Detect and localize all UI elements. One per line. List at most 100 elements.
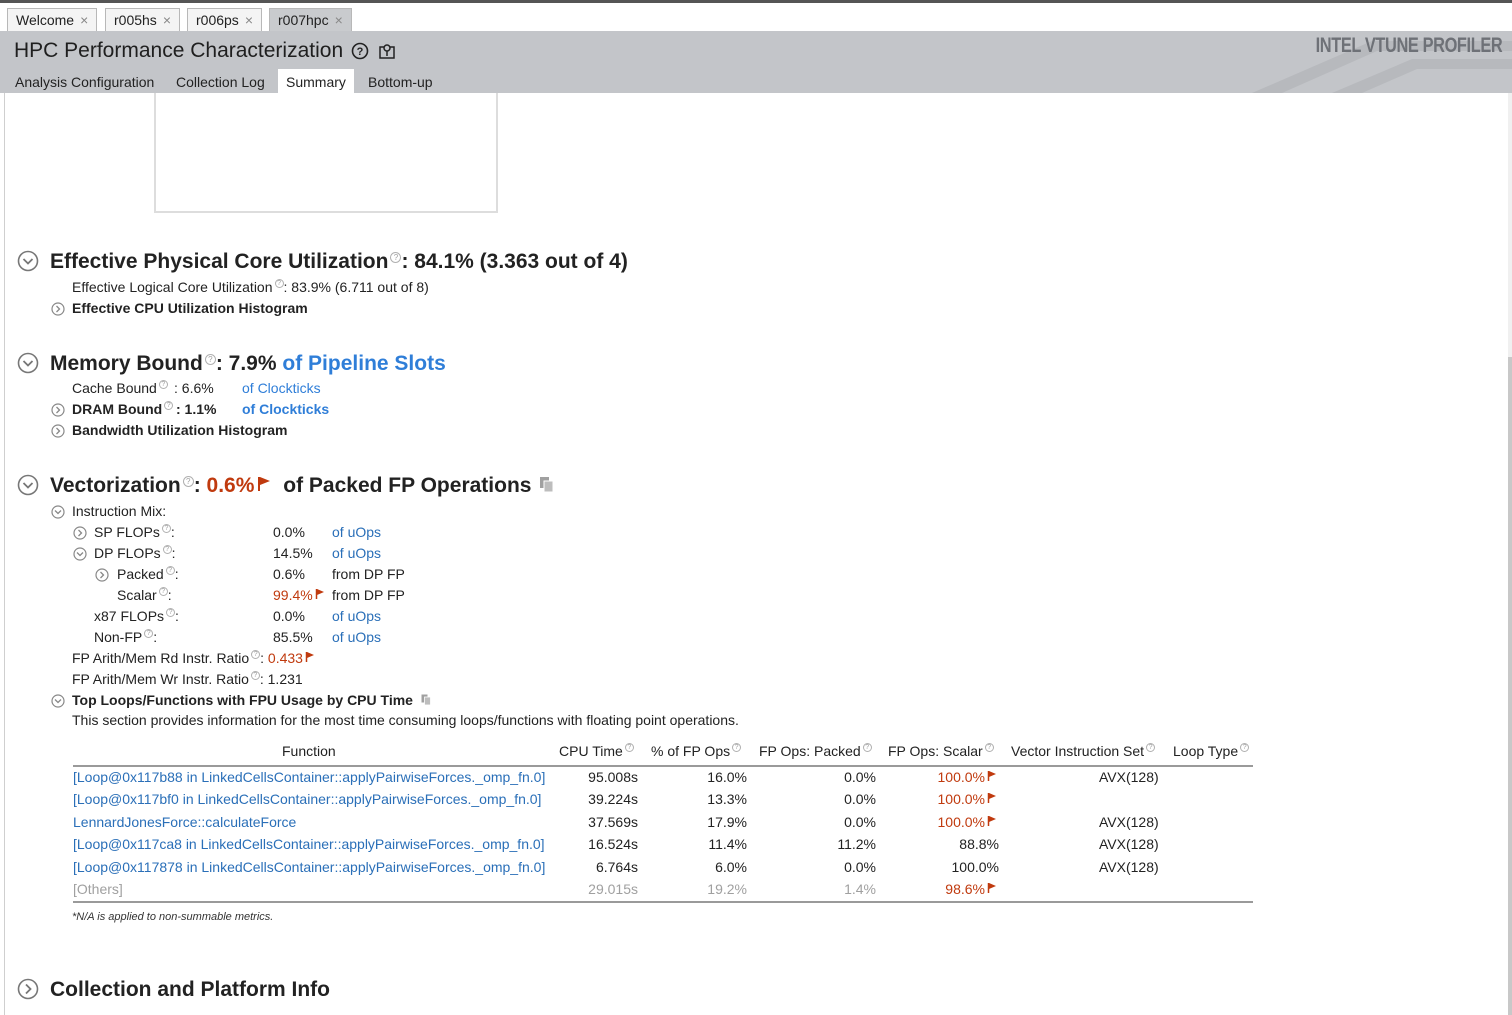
sp-flops-unit[interactable]: of uOps	[332, 524, 381, 540]
help-icon[interactable]: ?	[204, 354, 216, 365]
help-icon[interactable]: ?	[182, 476, 194, 487]
help-icon[interactable]: ?	[161, 524, 171, 533]
tab-bottom-up[interactable]: Bottom-up	[360, 69, 441, 93]
collapse-chevron-icon[interactable]	[73, 547, 87, 561]
help-icon[interactable]: ?	[166, 608, 176, 617]
help-icon[interactable]: ?	[1240, 743, 1250, 752]
function-cell[interactable]: [Others]	[73, 881, 123, 897]
dp-flops-unit[interactable]: of uOps	[332, 545, 381, 561]
bandwidth-histogram-link[interactable]: Bandwidth Utilization Histogram	[72, 422, 287, 438]
help-icon[interactable]: ?	[250, 671, 260, 680]
help-icon[interactable]: ?	[251, 650, 261, 659]
help-icon[interactable]: ?	[144, 629, 154, 638]
expand-chevron-icon[interactable]	[17, 978, 39, 1000]
copy-icon[interactable]	[421, 694, 432, 706]
function-cell[interactable]: [Loop@0x117878 in LinkedCellsContainer::…	[73, 859, 545, 875]
tab-welcome[interactable]: Welcome ×	[7, 8, 98, 32]
collection-info-heading[interactable]: Collection and Platform Info	[50, 978, 330, 1002]
table-row[interactable]: [Loop@0x117b88 in LinkedCellsContainer::…	[73, 769, 1253, 791]
metric-label: Non-FP	[94, 629, 143, 645]
packed-unit: from DP FP	[332, 566, 405, 582]
close-icon[interactable]: ×	[80, 12, 88, 28]
pct-fp-ops-cell: 13.3%	[707, 791, 747, 808]
function-cell[interactable]: [Loop@0x117ca8 in LinkedCellsContainer::…	[73, 836, 545, 852]
function-cell[interactable]: [Loop@0x117b88 in LinkedCellsContainer::…	[73, 769, 545, 785]
x87-flops-unit[interactable]: of uOps	[332, 608, 381, 624]
help-icon[interactable]: ?	[164, 401, 174, 410]
dram-bound-unit[interactable]: of Clockticks	[242, 401, 329, 417]
copy-icon[interactable]	[539, 476, 555, 494]
memory-bound-value: : 7.9%	[215, 352, 277, 375]
scrollbar-thumb[interactable]	[1508, 357, 1512, 1015]
non-fp-unit[interactable]: of uOps	[332, 629, 381, 645]
expand-chevron-icon[interactable]	[51, 403, 65, 417]
table-row[interactable]: [Loop@0x117878 in LinkedCellsContainer::…	[73, 859, 1253, 881]
help-icon[interactable]: ?	[351, 42, 369, 60]
sp-flops-value: 0.0%	[273, 524, 305, 540]
instruction-mix-label: Instruction Mix:	[72, 503, 167, 519]
help-icon[interactable]: ?	[1146, 743, 1156, 752]
packed-label: Packed?:	[117, 566, 179, 582]
tab-r007hpc[interactable]: r007hpc ×	[269, 8, 352, 32]
expand-chevron-icon[interactable]	[51, 424, 65, 438]
help-icon[interactable]: ?	[862, 743, 872, 752]
collapse-chevron-icon[interactable]	[17, 352, 39, 374]
header-label: FP Ops: Packed	[759, 743, 861, 759]
table-row[interactable]: [Loop@0x117ca8 in LinkedCellsContainer::…	[73, 836, 1253, 858]
fp-ops-packed-cell: 11.2%	[837, 836, 876, 853]
close-icon[interactable]: ×	[335, 12, 343, 28]
column-header-cpu-time[interactable]: CPU Time?	[559, 743, 634, 759]
expand-chevron-icon[interactable]	[73, 526, 87, 540]
map-icon[interactable]	[378, 42, 396, 60]
column-header-fp-ops-packed[interactable]: FP Ops: Packed?	[759, 743, 872, 759]
column-header-function[interactable]: Function	[282, 743, 336, 759]
brand-logo: INTEL VTUNE PROFILER	[1315, 34, 1502, 57]
column-header-fp-ops-scalar[interactable]: FP Ops: Scalar?	[888, 743, 994, 759]
warning-flag-icon	[315, 589, 324, 599]
expand-chevron-icon[interactable]	[95, 568, 109, 582]
help-icon[interactable]: ?	[984, 743, 994, 752]
help-icon[interactable]: ?	[390, 252, 402, 263]
column-header-vector-instruction-set[interactable]: Vector Instruction Set?	[1011, 743, 1156, 759]
help-icon[interactable]: ?	[274, 279, 284, 288]
metric-label: DP FLOPs	[94, 545, 161, 561]
section-title: Top Loops/Functions with FPU Usage by CP…	[72, 692, 413, 708]
metric-label: DRAM Bound	[72, 401, 163, 417]
table-row[interactable]: [Loop@0x117bf0 in LinkedCellsContainer::…	[73, 791, 1253, 813]
close-icon[interactable]: ×	[163, 12, 171, 28]
table-row[interactable]: [Others] 29.015s 19.2% 1.4% 98.6%	[73, 881, 1253, 903]
column-header-loop-type[interactable]: Loop Type?	[1173, 743, 1250, 759]
help-icon[interactable]: ?	[158, 587, 168, 596]
tab-analysis-configuration[interactable]: Analysis Configuration	[7, 69, 162, 93]
tab-collection-log[interactable]: Collection Log	[168, 69, 273, 93]
fp-ops-scalar-cell: 100.0%	[938, 814, 997, 830]
tab-summary[interactable]: Summary	[278, 69, 354, 93]
help-icon[interactable]: ?	[158, 380, 168, 389]
collapse-chevron-icon[interactable]	[51, 505, 65, 519]
function-cell[interactable]: [Loop@0x117bf0 in LinkedCellsContainer::…	[73, 791, 541, 807]
table-row[interactable]: LennardJonesForce::calculateForce 37.569s…	[73, 814, 1253, 836]
cell-value: 100.0%	[951, 858, 999, 875]
warning-flag-icon	[987, 815, 996, 826]
core-utilization-value: : 84.1% (3.363 out of 4)	[401, 250, 628, 273]
summary-content[interactable]: Effective Physical Core Utilization?: 84…	[4, 93, 1512, 1015]
tab-r006ps[interactable]: r006ps ×	[187, 8, 262, 32]
column-header-pct-fp-ops[interactable]: % of FP Ops?	[651, 743, 742, 759]
cpu-histogram-link[interactable]: Effective CPU Utilization Histogram	[72, 300, 308, 316]
metric-label: Cache Bound	[72, 380, 157, 396]
header-label: % of FP Ops	[651, 743, 731, 759]
memory-bound-unit[interactable]: of Pipeline Slots	[282, 352, 445, 375]
help-icon[interactable]: ?	[624, 743, 634, 752]
tab-r005hs[interactable]: r005hs ×	[105, 8, 180, 32]
help-icon[interactable]: ?	[732, 743, 742, 752]
collapse-chevron-icon[interactable]	[17, 250, 39, 272]
collapse-chevron-icon[interactable]	[17, 474, 39, 496]
expand-chevron-icon[interactable]	[51, 302, 65, 316]
help-icon[interactable]: ?	[162, 545, 172, 554]
function-cell[interactable]: LennardJonesForce::calculateForce	[73, 814, 296, 830]
help-icon[interactable]: ?	[165, 566, 175, 575]
cache-bound-unit[interactable]: of Clockticks	[242, 380, 321, 396]
collapse-chevron-icon[interactable]	[51, 694, 65, 708]
cpu-time-cell: 6.764s	[595, 858, 638, 875]
close-icon[interactable]: ×	[245, 12, 253, 28]
